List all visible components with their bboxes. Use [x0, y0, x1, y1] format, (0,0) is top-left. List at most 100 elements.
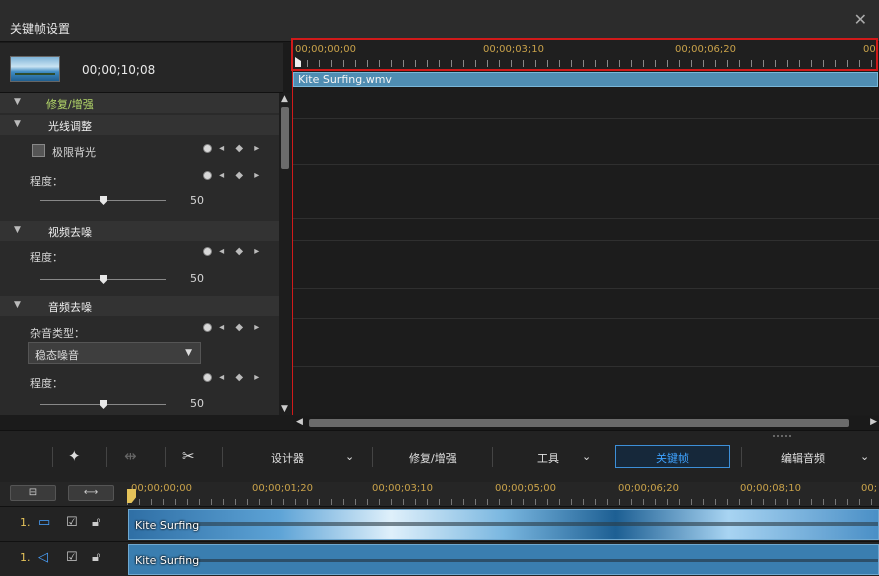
video-clip[interactable]: Kite Surfing — [128, 509, 879, 540]
lock-icon[interactable]: 🔓︎ — [92, 515, 100, 530]
clip-thumbnail-strip — [189, 522, 878, 526]
ruler-tick: 00;00;03;10 — [483, 44, 545, 55]
keyframe-time-ruler[interactable]: 00;00;00;00 00;00;03;10 00;00;06;20 00 — [291, 38, 878, 71]
resize-grip[interactable] — [773, 435, 791, 437]
extreme-backlight-row: 极限背光 ◂ ◆ ▸ — [0, 139, 279, 163]
degree-label: 程度： — [30, 377, 63, 390]
keyframe-controls[interactable]: ◂ ◆ ▸ — [203, 143, 263, 154]
section-title: 音频去噪 — [48, 301, 92, 314]
ruler-tick: 00;00;06;20 — [675, 44, 737, 55]
edit-audio-button[interactable]: 编辑音频 — [781, 450, 825, 466]
scroll-left-icon[interactable]: ◀ — [296, 417, 303, 427]
keyframe-controls[interactable]: ◂ ◆ ▸ — [203, 372, 263, 383]
ruler-tick: 00;00;01;20 — [252, 483, 314, 494]
split-icon[interactable]: ⇹ — [124, 447, 137, 465]
timeline-ruler[interactable]: ⊟ ⟷ 00;00;00;00 00;00;01;20 00;00;03;10 … — [0, 482, 879, 506]
slider-knob[interactable] — [100, 275, 107, 284]
keyframe-clip-bar[interactable]: Kite Surfing.wmv — [293, 72, 878, 87]
scissors-icon[interactable]: ✂ — [182, 447, 195, 465]
clip-thumbnail — [10, 56, 60, 82]
noise-type-row: 杂音类型： ◂ ◆ ▸ 稳态噪音 ▼ — [0, 318, 279, 368]
tools-button[interactable]: 工具 — [537, 450, 559, 466]
repair-enhance-button[interactable]: 修复/增强 — [409, 450, 457, 466]
track-number: 1. — [20, 516, 31, 529]
chevron-down-icon[interactable]: ⌄ — [582, 450, 591, 463]
scroll-thumb[interactable] — [309, 419, 849, 427]
ruler-tick: 00;00;03;10 — [372, 483, 434, 494]
playhead-marker[interactable] — [295, 57, 301, 67]
close-icon[interactable]: ✕ — [854, 10, 867, 29]
keyframe-track-area[interactable] — [293, 88, 879, 415]
audio-waveform — [189, 559, 878, 562]
separator — [492, 447, 493, 467]
reset-icon[interactable] — [203, 246, 212, 256]
track-header: 1. ▭ ☑ 🔓︎ — [0, 507, 125, 541]
reset-icon[interactable] — [203, 143, 212, 153]
properties-panel: ▼ 修复/增强 ▼ 光线调整 极限背光 ◂ ◆ ▸ 程度： ◂ ◆ ▸ 50 ▼… — [0, 93, 279, 415]
collapse-triangle-icon[interactable]: ▼ — [14, 97, 21, 107]
slider-value: 50 — [190, 397, 204, 410]
magic-wand-icon[interactable]: ✦ — [68, 447, 81, 465]
track-enable-checkbox-icon[interactable]: ☑ — [66, 550, 78, 565]
checkbox-label: 极限背光 — [52, 146, 96, 159]
noise-type-label: 杂音类型： — [30, 327, 85, 340]
audio-degree-slider[interactable] — [40, 400, 166, 409]
audio-clip[interactable]: Kite Surfing — [128, 544, 879, 575]
separator — [222, 447, 223, 467]
scroll-thumb[interactable] — [281, 107, 289, 169]
section-repair-enhance[interactable]: ▼ 修复/增强 — [0, 93, 279, 113]
audio-track: 1. ◁ ☑ 🔓︎ Kite Surfing — [0, 541, 879, 576]
designer-button[interactable]: 设计器 — [271, 450, 304, 466]
ruler-tick: 00;00;00;00 — [131, 483, 193, 494]
chevron-down-icon[interactable]: ⌄ — [345, 450, 354, 463]
slider-knob[interactable] — [100, 400, 107, 409]
separator — [741, 447, 742, 467]
keyframe-controls[interactable]: ◂ ◆ ▸ — [203, 246, 263, 257]
degree-label: 程度： — [30, 175, 63, 188]
track-enable-checkbox-icon[interactable]: ☑ — [66, 515, 78, 530]
lock-icon[interactable]: 🔓︎ — [92, 550, 100, 565]
clip-label: Kite Surfing — [135, 554, 200, 567]
backlight-degree-slider[interactable] — [40, 196, 166, 205]
chevron-down-icon[interactable]: ⌄ — [860, 450, 869, 463]
collapse-triangle-icon[interactable]: ▼ — [14, 119, 21, 129]
keyframe-button[interactable]: 关键帧 — [615, 445, 730, 468]
speaker-icon: ◁ — [38, 550, 48, 565]
video-track: 1. ▭ ☑ 🔓︎ Kite Surfing — [0, 506, 879, 541]
scroll-right-icon[interactable]: ▶ — [870, 417, 877, 427]
clip-name: Kite Surfing.wmv — [298, 73, 392, 86]
extreme-backlight-checkbox[interactable] — [32, 144, 45, 157]
separator — [106, 447, 107, 467]
section-video-denoise[interactable]: ▼ 视频去噪 — [0, 221, 279, 241]
keyframe-hscrollbar[interactable]: ◀ ▶ — [293, 416, 879, 430]
zoom-timeline-button[interactable]: ⟷ — [68, 485, 114, 501]
reset-icon[interactable] — [203, 170, 212, 180]
collapse-triangle-icon[interactable]: ▼ — [14, 300, 21, 310]
separator — [372, 447, 373, 467]
ruler-tick: 00;00;00;00 — [295, 44, 357, 55]
track-number: 1. — [20, 551, 31, 564]
collapse-triangle-icon[interactable]: ▼ — [14, 225, 21, 235]
keyframe-controls[interactable]: ◂ ◆ ▸ — [203, 322, 263, 333]
reset-icon[interactable] — [203, 372, 212, 382]
clip-duration: 00;00;10;08 — [82, 63, 156, 77]
scroll-up-icon[interactable]: ▲ — [281, 94, 288, 104]
dropdown-arrow-icon: ▼ — [185, 348, 192, 358]
ruler-ticks — [295, 60, 874, 67]
properties-scrollbar[interactable]: ▲ ▼ — [279, 93, 291, 415]
section-backlight[interactable]: ▼ 光线调整 — [0, 115, 279, 135]
fit-timeline-button[interactable]: ⊟ — [10, 485, 56, 501]
video-degree-slider[interactable] — [40, 275, 166, 284]
section-audio-denoise[interactable]: ▼ 音频去噪 — [0, 296, 279, 316]
reset-icon[interactable] — [203, 322, 212, 332]
track-divider — [293, 288, 879, 289]
backlight-degree-row: 程度： ◂ ◆ ▸ 50 — [0, 167, 279, 211]
scroll-down-icon[interactable]: ▼ — [281, 404, 288, 414]
track-divider — [293, 366, 879, 367]
keyframe-controls[interactable]: ◂ ◆ ▸ — [203, 170, 263, 181]
noise-type-select[interactable]: 稳态噪音 ▼ — [28, 342, 201, 364]
slider-knob[interactable] — [100, 196, 107, 205]
keyframe-button-label: 关键帧 — [656, 452, 689, 465]
degree-label: 程度： — [30, 251, 63, 264]
section-title: 光线调整 — [48, 120, 92, 133]
